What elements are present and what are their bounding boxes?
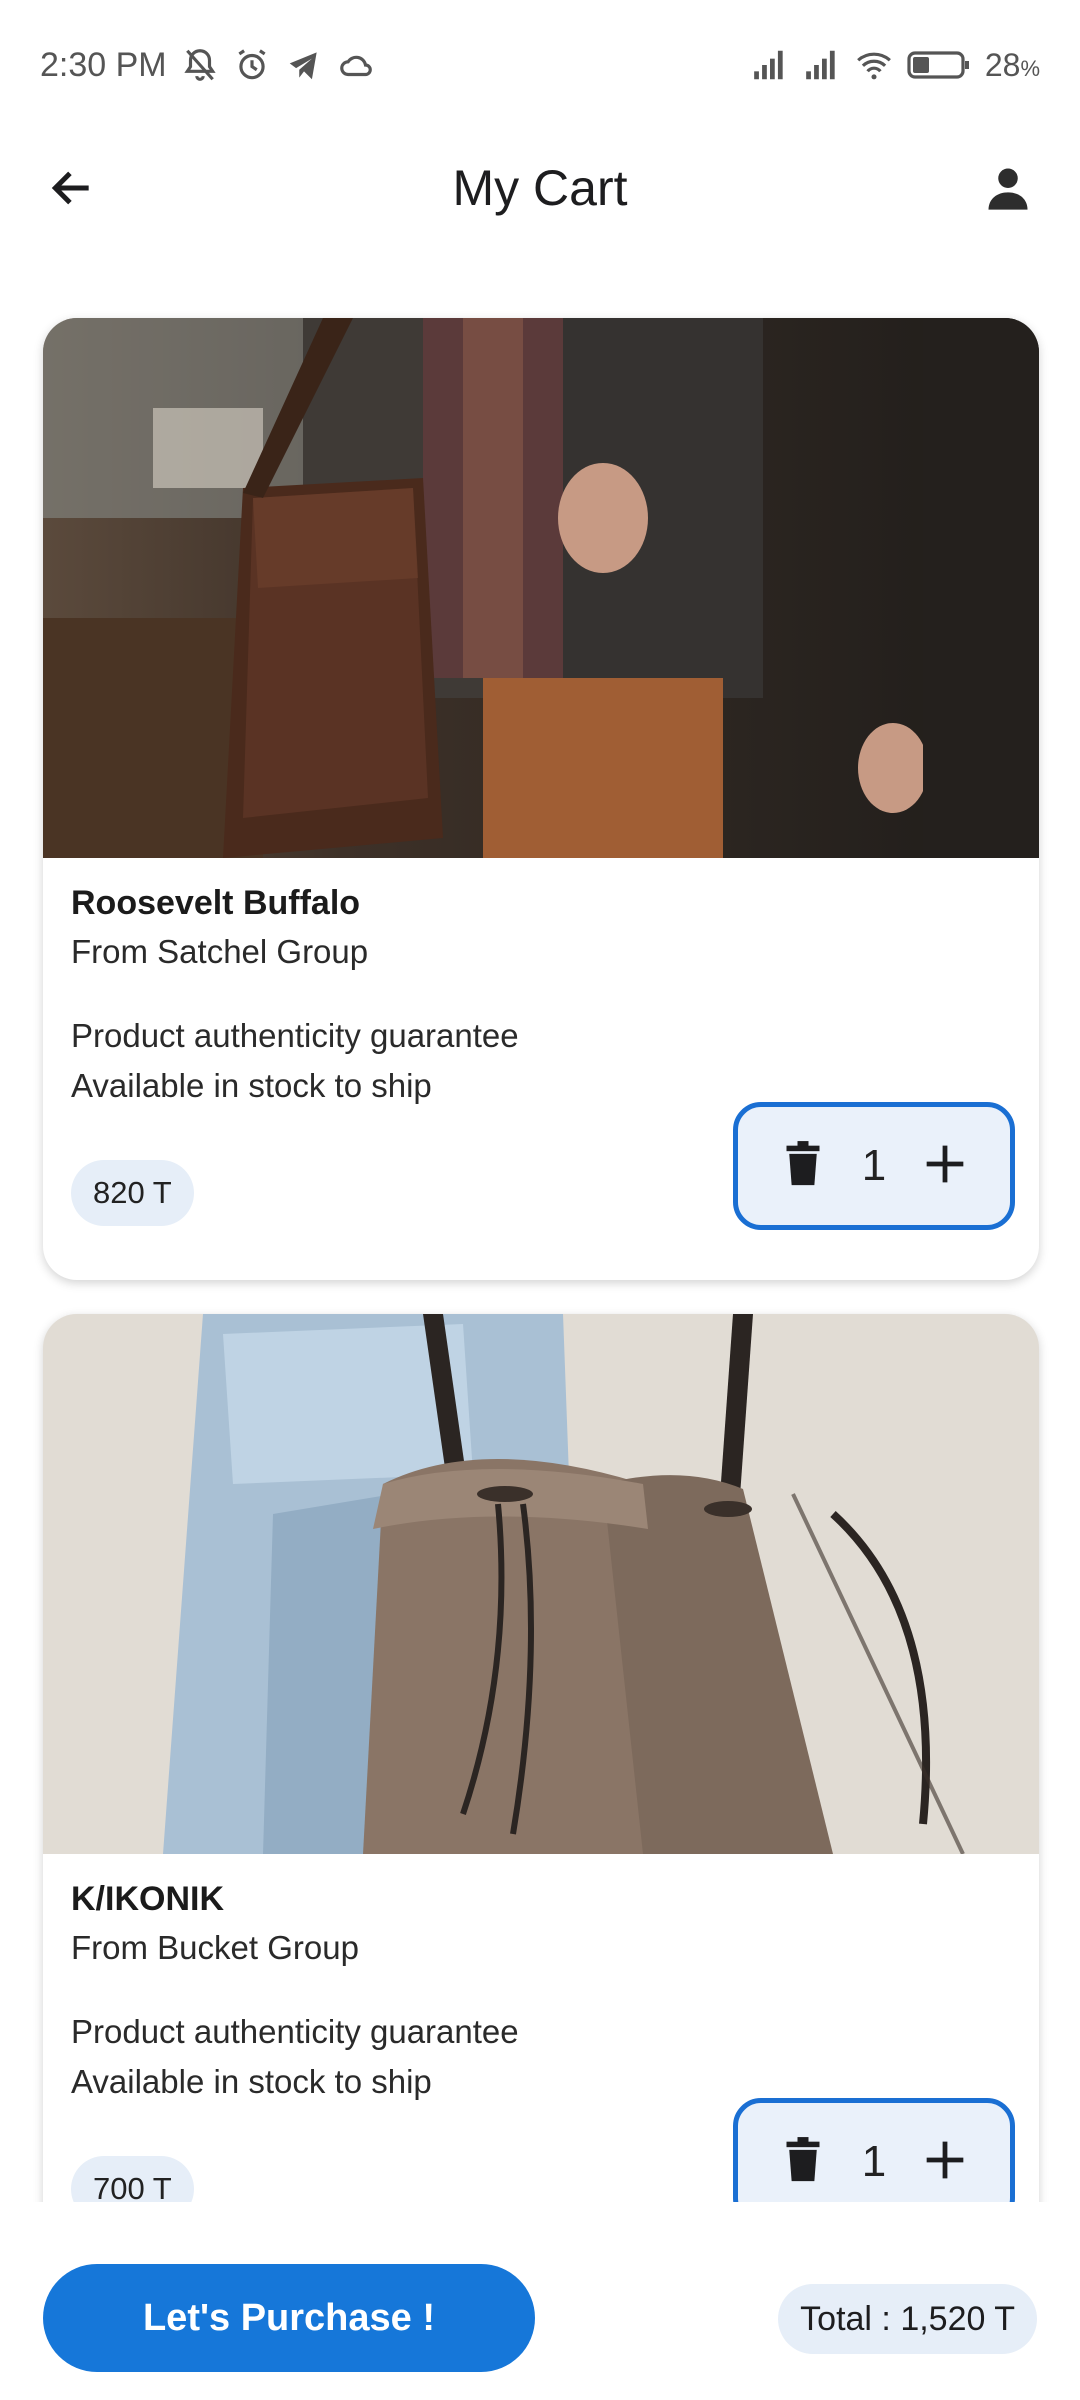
product-image	[43, 1314, 1039, 1854]
status-time: 2:30 PM	[40, 45, 167, 84]
price-chip: 700 T	[71, 2156, 194, 2202]
battery-level: 28%	[984, 46, 1040, 83]
status-bar: 2:30 PM 28%	[0, 0, 1080, 130]
product-feature: Product authenticity guarantee	[71, 1017, 519, 1054]
product-name: Roosevelt Buffalo	[71, 884, 361, 922]
back-button[interactable]	[40, 158, 104, 222]
total-chip: Total : 1,520 T	[778, 2284, 1037, 2354]
cart-item-card: K/IKONIK From Bucket Group Product authe…	[43, 1314, 1039, 2202]
delete-button[interactable]	[775, 1138, 831, 1194]
bottom-bar: Let's Purchase ! Total : 1,520 T	[0, 2202, 1080, 2400]
page-title: My Cart	[452, 160, 628, 216]
profile-button[interactable]	[976, 158, 1040, 222]
cloud-icon	[337, 46, 375, 84]
trash-icon	[781, 1139, 825, 1194]
increase-quantity-button[interactable]	[917, 2134, 973, 2190]
quantity-value: 1	[861, 2137, 887, 2186]
arrow-left-icon	[47, 163, 97, 218]
plus-icon	[923, 2138, 967, 2187]
product-group: From Satchel Group	[71, 933, 369, 970]
product-group: From Bucket Group	[71, 1929, 359, 1966]
plus-icon	[923, 1142, 967, 1191]
status-left: 2:30 PM	[40, 46, 375, 85]
quantity-stepper: 1	[733, 2098, 1015, 2202]
product-name: K/IKONIK	[71, 1880, 224, 1918]
battery-icon	[907, 46, 971, 84]
signal-icon	[751, 46, 789, 84]
price-chip: 820 T	[71, 1160, 194, 1226]
cart-item-card: Roosevelt Buffalo From Satchel Group Pro…	[43, 318, 1039, 1280]
card-body: K/IKONIK From Bucket Group Product authe…	[43, 1854, 1039, 2202]
status-right: 28%	[751, 46, 1040, 84]
app-bar: My Cart	[0, 130, 1080, 246]
purchase-button[interactable]: Let's Purchase !	[43, 2264, 535, 2372]
quantity-stepper: 1	[733, 1102, 1015, 1230]
wifi-icon	[855, 46, 893, 84]
card-body: Roosevelt Buffalo From Satchel Group Pro…	[43, 858, 1039, 1280]
product-image	[43, 318, 1039, 858]
cart-list[interactable]: Roosevelt Buffalo From Satchel Group Pro…	[0, 246, 1080, 2202]
bell-off-icon	[181, 46, 219, 84]
trash-icon	[781, 2135, 825, 2190]
alarm-icon	[233, 46, 271, 84]
delete-button[interactable]	[775, 2134, 831, 2190]
quantity-value: 1	[861, 1141, 887, 1190]
telegram-icon	[285, 46, 323, 84]
person-icon	[982, 162, 1034, 219]
signal-icon	[803, 46, 841, 84]
increase-quantity-button[interactable]	[917, 1138, 973, 1194]
product-feature: Product authenticity guarantee	[71, 2013, 519, 2050]
